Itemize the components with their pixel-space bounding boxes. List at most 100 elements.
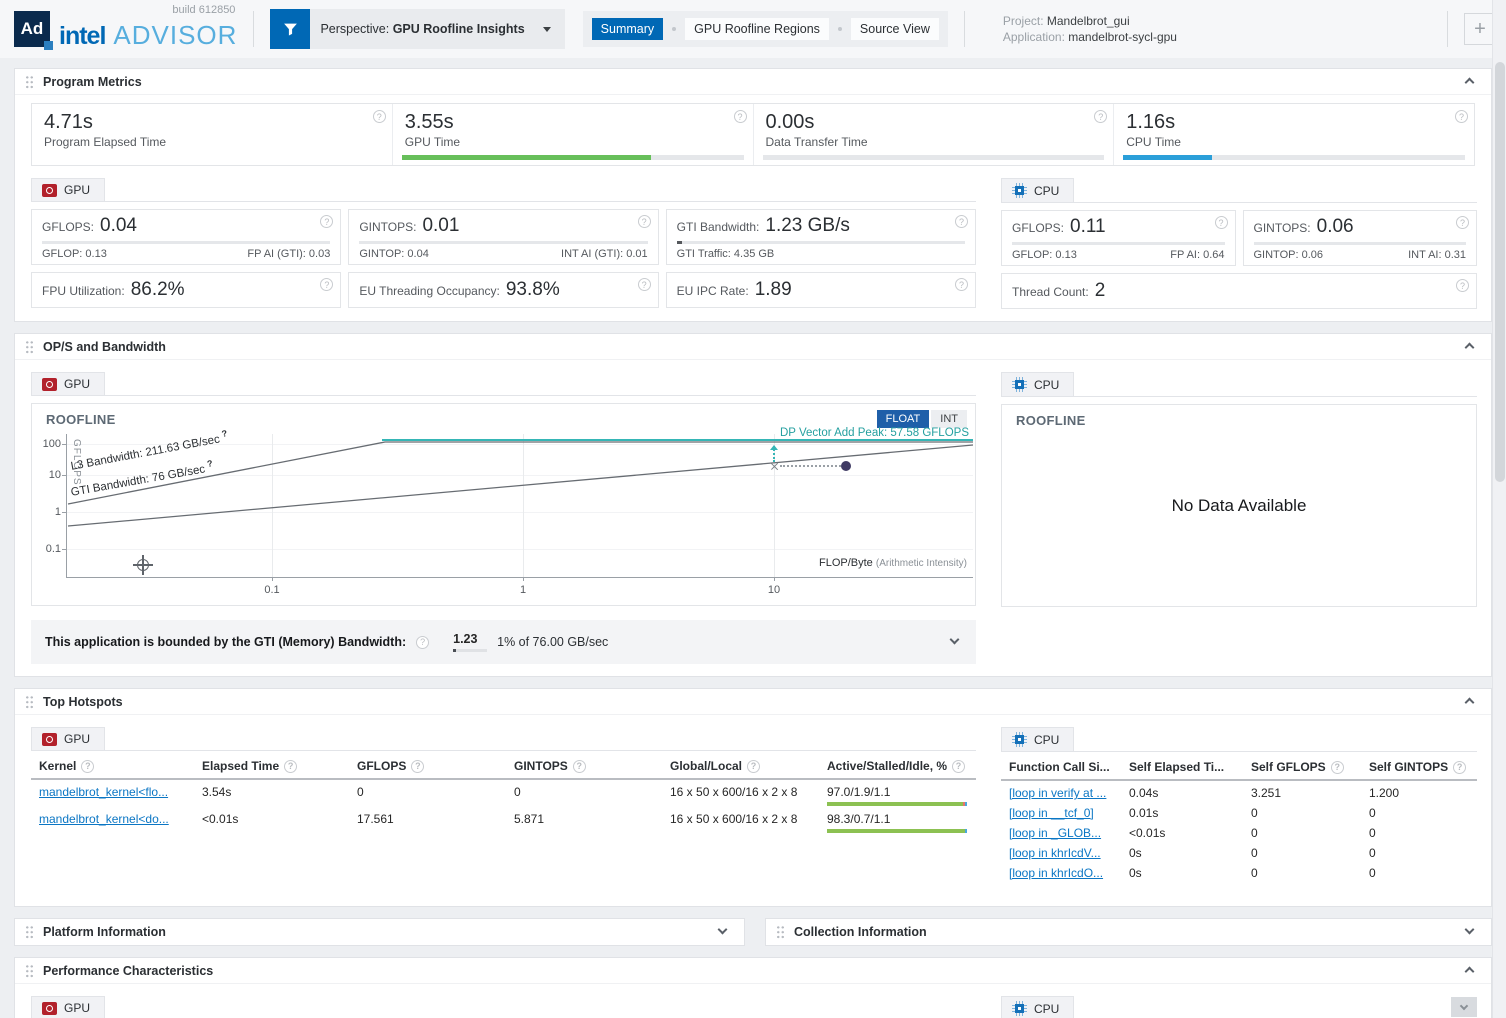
chevron-up-icon xyxy=(1465,342,1475,352)
table-row: [loop in _GLOB... <0.01s 0 0 xyxy=(1001,821,1477,841)
metric-value: 4.71s xyxy=(44,111,380,134)
help-icon[interactable]: ? xyxy=(1456,279,1469,292)
metric-card-gpu-time: 3.55s GPU Time ? xyxy=(392,104,753,165)
card-value: 2 xyxy=(1095,280,1106,302)
collapse-button[interactable] xyxy=(1451,997,1477,1017)
gpu-tab[interactable]: GPU xyxy=(31,996,105,1018)
project-value: Mandelbrot_gui xyxy=(1047,14,1130,28)
app-window: Ad intel ADVISOR build 612850 Perspectiv… xyxy=(0,0,1506,1018)
projection-x-marker xyxy=(770,462,779,471)
gpu-tab[interactable]: GPU xyxy=(31,727,105,750)
chevron-up-icon xyxy=(1465,697,1475,707)
crosshair-icon xyxy=(133,555,153,575)
metric-summary-row: 4.71s Program Elapsed Time ? 3.55s GPU T… xyxy=(31,103,1475,166)
drag-handle-icon[interactable] xyxy=(25,695,34,709)
section-title: OP/S and Bandwidth xyxy=(43,340,166,354)
expand-button[interactable] xyxy=(719,923,726,941)
dp-vector-add-peak-label: DP Vector Add Peak: 57.58 GFLOPS xyxy=(780,427,969,439)
data-transfer-bar xyxy=(763,155,1105,160)
help-icon[interactable]: ? xyxy=(638,215,651,228)
help-icon[interactable]: ? xyxy=(1453,761,1466,774)
help-icon[interactable]: ? xyxy=(1094,110,1107,123)
tab-gpu-roofline-regions[interactable]: GPU Roofline Regions xyxy=(685,18,829,40)
cpu-tab[interactable]: CPU xyxy=(1001,372,1074,396)
gpu-tab[interactable]: GPU xyxy=(31,372,105,395)
help-icon[interactable]: ? xyxy=(573,760,586,773)
cpu-tab[interactable]: CPU xyxy=(1001,996,1074,1018)
function-link[interactable]: [loop in khrIcdO... xyxy=(1009,866,1103,880)
perspective-prefix: Perspective: xyxy=(320,22,389,36)
metric-label: GPU Time xyxy=(405,135,741,149)
gpu-gintops-card: GINTOPS:0.01 ? GINTOP: 0.04INT AI (GTI):… xyxy=(348,209,658,265)
bounded-percent: 1% of 76.00 GB/sec xyxy=(497,635,608,649)
no-data-message: No Data Available xyxy=(1002,405,1476,606)
help-icon[interactable]: ? xyxy=(734,110,747,123)
column-header: Self GINTOPS? xyxy=(1361,760,1477,774)
gpu-roofline-chart[interactable]: ROOFLINE FLOAT INT xyxy=(31,403,976,606)
help-icon[interactable]: ? xyxy=(1331,761,1344,774)
metric-label: Data Transfer Time xyxy=(766,135,1102,149)
help-icon[interactable]: ? xyxy=(373,110,386,123)
gpu-icon xyxy=(42,378,57,391)
kernel-link[interactable]: mandelbrot_kernel<flo... xyxy=(39,785,168,799)
section-top-hotspots: Top Hotspots GPU Kernel? Elapsed Time? xyxy=(14,688,1492,907)
section-title: Performance Characteristics xyxy=(43,964,213,978)
help-icon[interactable]: ? xyxy=(320,215,333,228)
scrollbar-thumb[interactable] xyxy=(1495,62,1505,482)
tab-separator-dot xyxy=(838,27,842,31)
header-divider xyxy=(1447,11,1448,47)
gpu-icon xyxy=(42,184,57,197)
active-stalled-idle-bar xyxy=(827,802,967,806)
expand-button[interactable] xyxy=(1466,923,1473,941)
drag-handle-icon[interactable] xyxy=(25,964,34,978)
collapse-button[interactable] xyxy=(1466,338,1473,356)
gpu-tab[interactable]: GPU xyxy=(31,178,105,201)
drag-handle-icon[interactable] xyxy=(776,925,785,939)
cpu-tab[interactable]: CPU xyxy=(1001,178,1074,202)
help-icon[interactable]: ? xyxy=(416,636,429,649)
help-icon[interactable]: ? xyxy=(1456,216,1469,229)
function-link[interactable]: [loop in khrIcdV... xyxy=(1009,846,1101,860)
help-icon[interactable]: ? xyxy=(81,760,94,773)
gpu-time-bar xyxy=(402,155,744,160)
collapse-button[interactable] xyxy=(1466,73,1473,91)
drag-handle-icon[interactable] xyxy=(25,340,34,354)
help-icon[interactable]: ? xyxy=(955,215,968,228)
help-icon[interactable]: ? xyxy=(1215,216,1228,229)
cpu-tab[interactable]: CPU xyxy=(1001,727,1074,751)
perspective-dropdown[interactable]: Perspective: GPU Roofline Insights xyxy=(270,9,564,49)
card-value: 0.01 xyxy=(422,215,459,237)
help-icon[interactable]: ? xyxy=(284,760,297,773)
collapse-button[interactable] xyxy=(1466,962,1473,980)
drag-handle-icon[interactable] xyxy=(25,75,34,89)
collapse-button[interactable] xyxy=(1466,693,1473,711)
gpu-gti-bandwidth-card: GTI Bandwidth:1.23 GB/s ? GTI Traffic: 4… xyxy=(666,209,976,265)
vertical-scrollbar[interactable] xyxy=(1492,0,1506,1018)
function-link[interactable]: [loop in __tcf_0] xyxy=(1009,806,1094,820)
metric-value: 1.16s xyxy=(1126,111,1462,134)
tab-summary[interactable]: Summary xyxy=(592,18,663,40)
app-header: Ad intel ADVISOR build 612850 Perspectiv… xyxy=(0,0,1506,58)
metric-value: 0.00s xyxy=(766,111,1102,134)
tab-source-view[interactable]: Source View xyxy=(851,18,939,40)
function-link[interactable]: [loop in _GLOB... xyxy=(1009,826,1101,840)
kernel-data-point[interactable] xyxy=(841,461,851,471)
column-header: Kernel? xyxy=(31,759,194,773)
function-link[interactable]: [loop in verify at ... xyxy=(1009,786,1106,800)
help-icon[interactable]: ? xyxy=(411,760,424,773)
help-icon[interactable]: ? xyxy=(955,278,968,291)
help-icon[interactable]: ? xyxy=(747,760,760,773)
drag-handle-icon[interactable] xyxy=(25,925,34,939)
help-icon[interactable]: ? xyxy=(952,760,965,773)
expand-button[interactable] xyxy=(951,633,958,651)
gpu-ipc-card: EU IPC Rate:1.89 ? xyxy=(666,272,976,308)
help-icon[interactable]: ? xyxy=(638,278,651,291)
kernel-link[interactable]: mandelbrot_kernel<do... xyxy=(39,812,169,826)
bounded-mini-bar xyxy=(453,649,487,652)
metric-label: CPU Time xyxy=(1126,135,1462,149)
card-value: 0.11 xyxy=(1070,216,1106,238)
table-row: mandelbrot_kernel<flo... 3.54s 0 0 16 x … xyxy=(31,780,976,807)
help-icon[interactable]: ? xyxy=(1455,110,1468,123)
help-icon[interactable]: ? xyxy=(320,278,333,291)
projection-dotted-line xyxy=(780,465,844,467)
